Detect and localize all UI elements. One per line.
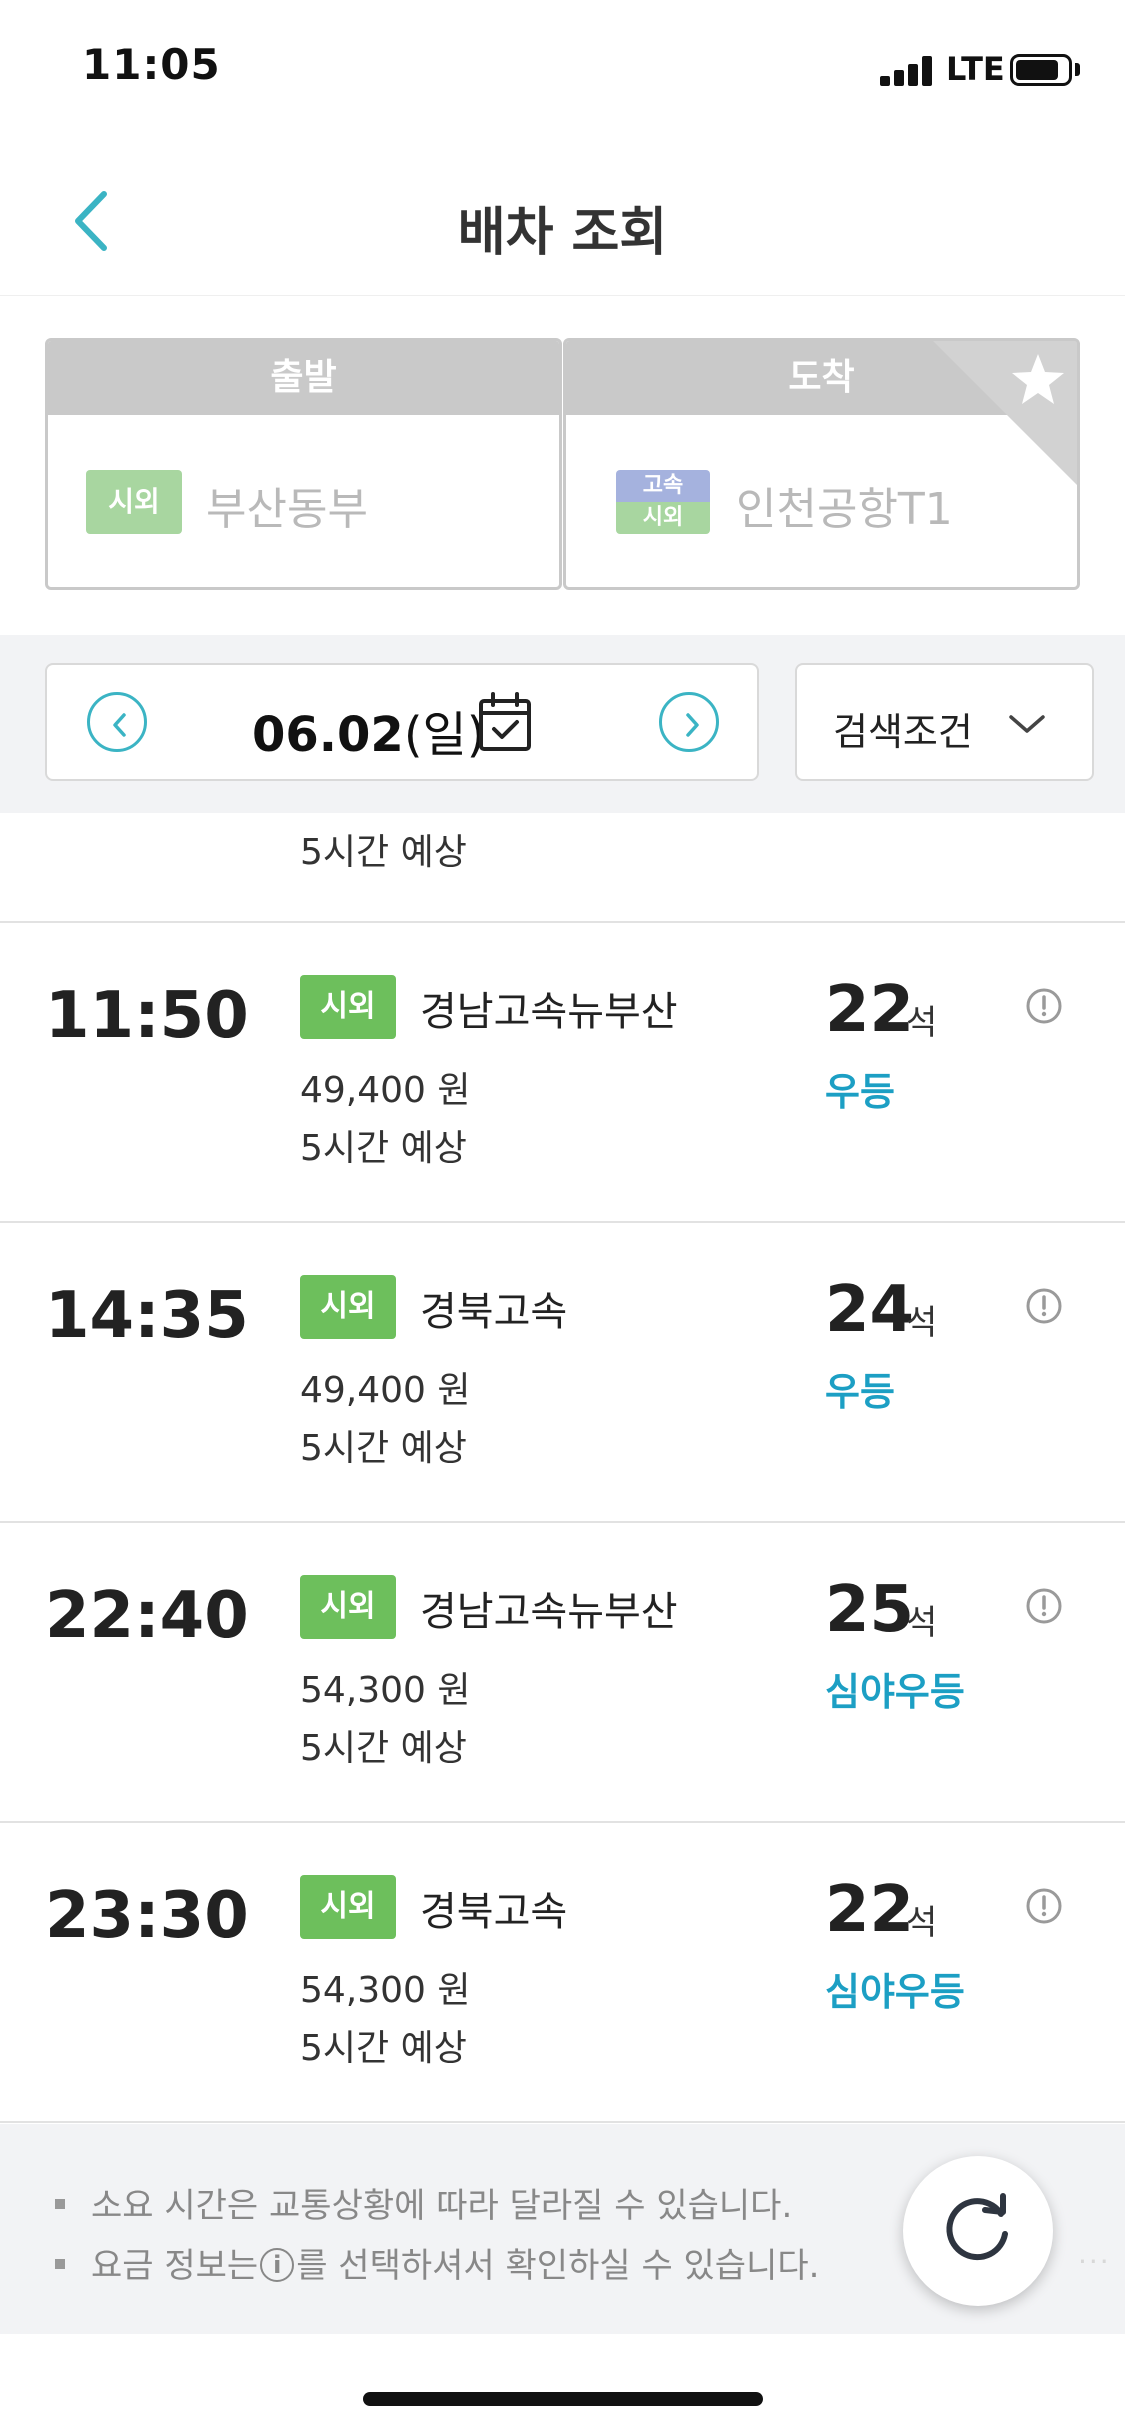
date-selector: 06.02(일) <box>45 663 759 781</box>
page-title: 배차 조회 <box>457 203 668 263</box>
seat-unit: 석 <box>906 1903 938 1943</box>
fare: 54,300 원 <box>300 1670 471 1711</box>
date-bar: 06.02(일) 검색조건 <box>0 635 1125 813</box>
departure-header: 출발 <box>48 341 559 415</box>
arrival-selector[interactable]: 도착 고속 시외 인천공항T1 <box>563 338 1080 590</box>
schedule-row[interactable]: 11:50 시외 경남고속뉴부산 49,400 원 5시간 예상 22 석 우등 <box>0 923 1125 1223</box>
bus-grade: 우등 <box>825 1070 895 1114</box>
schedule-row[interactable]: 22:40 시외 경남고속뉴부산 54,300 원 5시간 예상 25 석 심야… <box>0 1523 1125 1823</box>
search-filter-dropdown[interactable]: 검색조건 <box>795 663 1094 781</box>
seat-unit: 석 <box>906 1603 938 1643</box>
bus-type-badge: 시외 <box>300 1875 396 1939</box>
bus-company: 경남고속뉴부산 <box>420 989 678 1035</box>
arrival-badge-bottom: 시외 <box>616 502 710 534</box>
nav-bar: 배차 조회 <box>0 150 1125 290</box>
arrival-terminal: 인천공항T1 <box>736 484 953 535</box>
selected-date[interactable]: 06.02(일) <box>252 695 485 765</box>
refresh-icon <box>946 2193 1008 2261</box>
duration: 5시간 예상 <box>300 832 467 873</box>
info-icon[interactable] <box>1025 1887 1063 1925</box>
next-date-button[interactable] <box>659 692 719 752</box>
status-bar: 11:05 LTE <box>0 0 1125 140</box>
network-label: LTE <box>946 50 1005 88</box>
bus-company: 경남고속뉴부산 <box>420 1589 678 1635</box>
chevron-left-circle-icon <box>113 713 126 737</box>
date-weekday: (일) <box>403 707 486 763</box>
departure-time: 23:30 <box>45 1879 249 1953</box>
favorite-button[interactable] <box>930 338 1080 488</box>
bus-grade: 우등 <box>825 1370 895 1414</box>
notice-text-2-prefix: 요금 정보는 <box>91 2246 259 2286</box>
notice-text-2-suffix: 를 선택하셔서 확인하실 수 있습니다. <box>296 2246 820 2286</box>
departure-type-badge: 시외 <box>86 470 182 534</box>
schedule-row[interactable]: 23:30 시외 경북고속 54,300 원 5시간 예상 22 석 심야우등 <box>0 1823 1125 2123</box>
seat-count: 24 <box>825 1273 915 1347</box>
status-time: 11:05 <box>82 40 221 89</box>
fare: 49,400 원 <box>300 1070 471 1111</box>
schedule-row[interactable]: 14:35 시외 경북고속 49,400 원 5시간 예상 24 석 우등 <box>0 1223 1125 1523</box>
notice-line-1: 소요 시간은 교통상황에 따라 달라질 수 있습니다. <box>55 2178 792 2227</box>
departure-selector[interactable]: 출발 시외 부산동부 <box>45 338 562 590</box>
departure-time: 22:40 <box>45 1579 249 1653</box>
duration: 5시간 예상 <box>300 1128 467 1169</box>
seat-count: 22 <box>825 1873 915 1947</box>
seat-count: 22 <box>825 973 915 1047</box>
duration: 5시간 예상 <box>300 1428 467 1469</box>
seat-unit: 석 <box>906 1003 938 1043</box>
bus-type-badge: 시외 <box>300 975 396 1039</box>
seat-unit: 석 <box>906 1303 938 1343</box>
filter-label: 검색조건 <box>833 710 973 754</box>
info-icon[interactable] <box>1025 987 1063 1025</box>
notice-line-2: 요금 정보는 i 를 선택하셔서 확인하실 수 있습니다. <box>55 2238 819 2287</box>
calendar-check-icon[interactable] <box>477 691 533 753</box>
bus-type-badge: 시외 <box>300 1275 396 1339</box>
fare: 49,400 원 <box>300 1370 471 1411</box>
arrival-type-badge: 고속 시외 <box>616 470 710 534</box>
route-section: 출발 시외 부산동부 도착 고속 시외 인천공항T1 <box>0 295 1125 635</box>
seat-count: 25 <box>825 1573 915 1647</box>
info-icon[interactable] <box>1025 1587 1063 1625</box>
date-value: 06.02 <box>252 707 404 763</box>
notice-text-1: 소요 시간은 교통상황에 따라 달라질 수 있습니다. <box>91 2186 793 2226</box>
chevron-down-icon <box>1009 715 1045 733</box>
prev-date-button[interactable] <box>87 692 147 752</box>
bus-grade: 심야우등 <box>825 1970 965 2014</box>
bus-company: 경북고속 <box>420 1289 568 1335</box>
arrival-badge-top: 고속 <box>616 470 710 502</box>
bus-grade: 심야우등 <box>825 1670 965 1714</box>
refresh-button[interactable] <box>903 2156 1053 2306</box>
departure-time: 14:35 <box>45 1279 249 1353</box>
departure-time: 11:50 <box>45 979 249 1053</box>
fare: 54,300 원 <box>300 1970 471 2011</box>
departure-terminal: 부산동부 <box>206 484 368 535</box>
battery-icon <box>1010 54 1072 86</box>
more-dots: ··· <box>1078 2245 1111 2278</box>
info-icon[interactable] <box>1025 1287 1063 1325</box>
bus-company: 경북고속 <box>420 1889 568 1935</box>
chevron-right-circle-icon <box>686 713 699 737</box>
duration: 5시간 예상 <box>300 1728 467 1769</box>
list-item-partial[interactable]: 5시간 예상 <box>0 813 1125 923</box>
battery-cap <box>1075 63 1080 76</box>
info-icon: i <box>260 2247 295 2282</box>
bus-type-badge: 시외 <box>300 1575 396 1639</box>
signal-icon <box>880 56 938 86</box>
home-indicator <box>363 2392 763 2406</box>
duration: 5시간 예상 <box>300 2028 467 2069</box>
